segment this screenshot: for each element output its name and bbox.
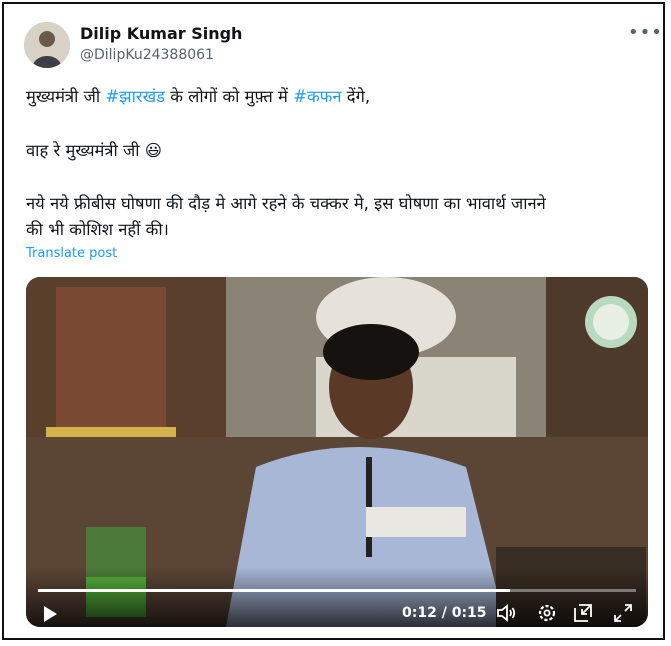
pip-icon[interactable] bbox=[572, 602, 594, 627]
volume-icon[interactable] bbox=[496, 603, 518, 627]
duration: 0:15 bbox=[451, 605, 487, 621]
hashtag-kafan[interactable]: #कफन bbox=[293, 87, 341, 106]
tweet-card: Dilip Kumar Singh @DilipKu24388061 ••• म… bbox=[2, 2, 665, 640]
tweet-line-3: नये नये फ्रीबीस घोषणा की दौड़ मे आगे रहन… bbox=[26, 194, 546, 213]
text-segment: देंगे, bbox=[341, 87, 371, 106]
text-segment: के लोगों को मुफ़्त में bbox=[165, 87, 294, 106]
current-time: 0:12 bbox=[402, 605, 437, 621]
play-icon[interactable] bbox=[42, 605, 58, 627]
video-time: 0:12 / 0:15 bbox=[402, 605, 487, 621]
text-segment: मुख्यमंत्री जी bbox=[26, 87, 106, 106]
tweet-line-4: की भी कोशिश नहीं की। bbox=[26, 220, 169, 239]
more-icon[interactable]: ••• bbox=[628, 22, 663, 43]
settings-icon[interactable] bbox=[536, 602, 558, 627]
avatar[interactable] bbox=[24, 22, 70, 68]
video-progress-bar[interactable] bbox=[38, 589, 636, 592]
video-player[interactable]: 0:12 / 0:15 bbox=[26, 277, 648, 627]
video-progress-fill bbox=[38, 589, 511, 592]
translate-post-link[interactable]: Translate post bbox=[26, 246, 117, 261]
tweet-line-1: मुख्यमंत्री जी #झारखंड के लोगों को मुफ़्… bbox=[26, 84, 370, 107]
author-name[interactable]: Dilip Kumar Singh bbox=[80, 24, 242, 43]
fullscreen-icon[interactable] bbox=[612, 602, 634, 627]
hashtag-jharkhand[interactable]: #झारखंड bbox=[105, 87, 165, 106]
tweet-line-2: वाह रे मुख्यमंत्री जी 😃 bbox=[26, 141, 162, 160]
video-controls: 0:12 / 0:15 bbox=[26, 567, 648, 627]
time-separator: / bbox=[436, 605, 452, 621]
author-handle[interactable]: @DilipKu24388061 bbox=[80, 47, 214, 63]
